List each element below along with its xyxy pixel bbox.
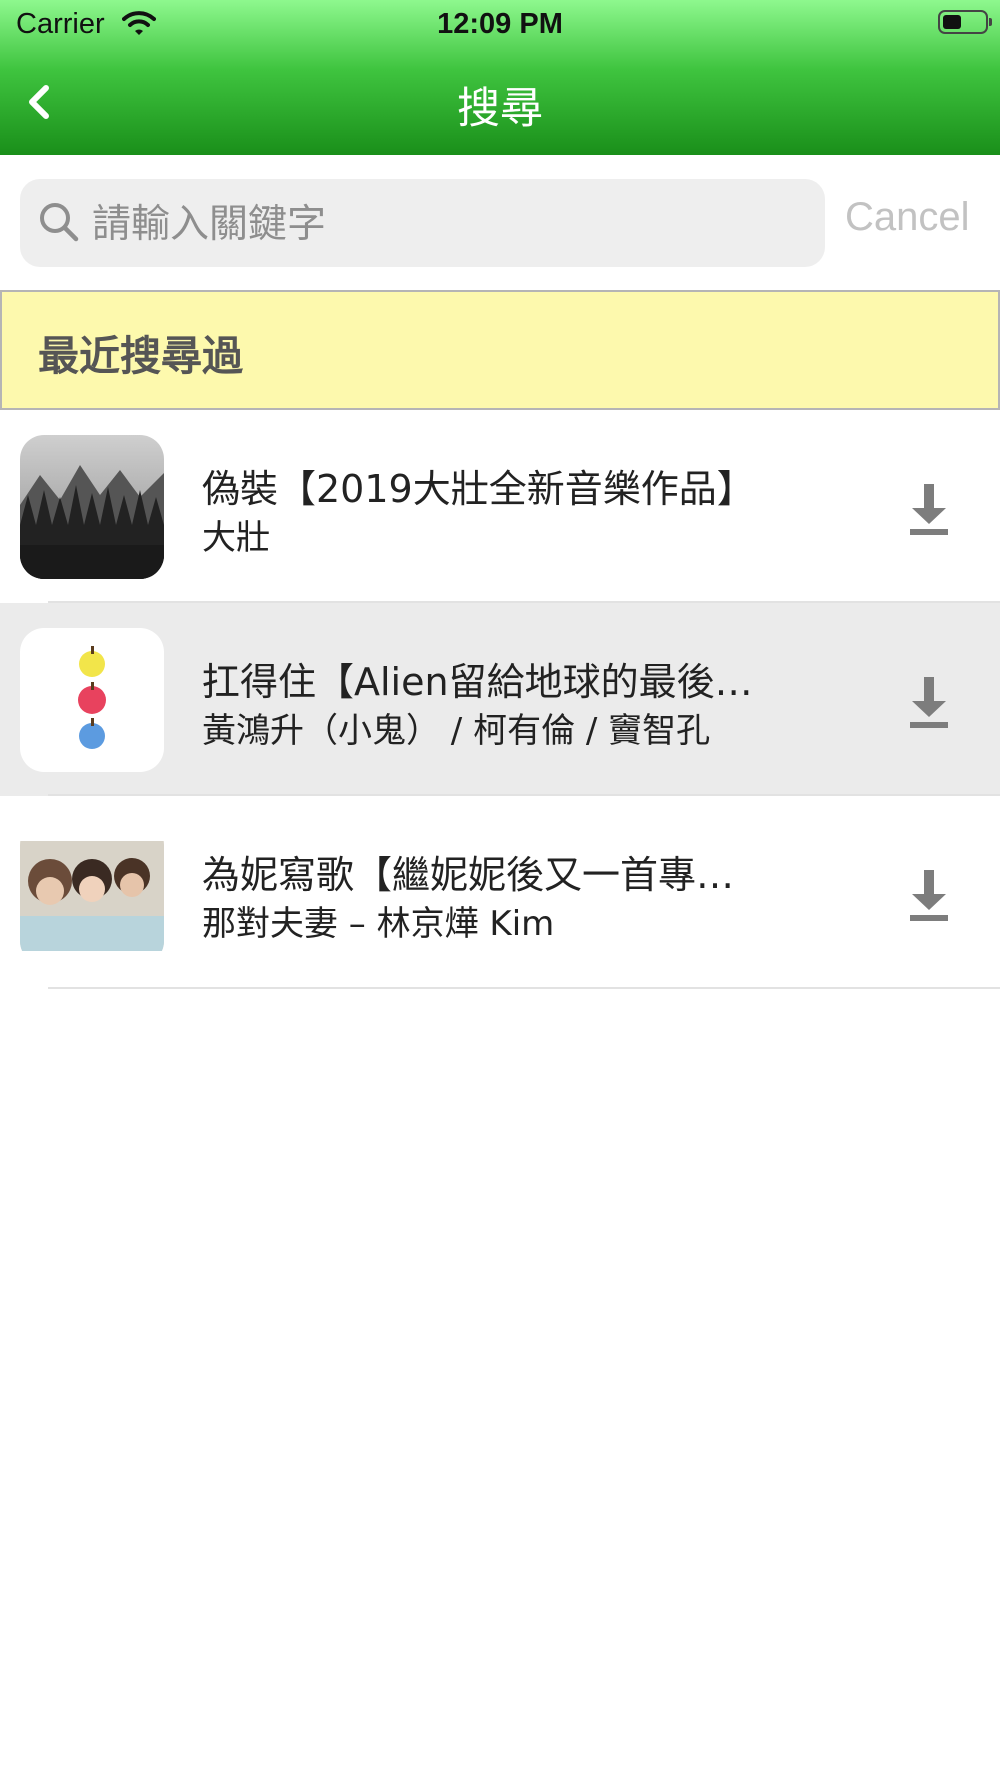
battery-level bbox=[943, 15, 961, 29]
song-artist: 黃鴻升（小鬼） / 柯有倫 / 竇智孔 bbox=[202, 711, 711, 751]
page-title: 搜尋 bbox=[457, 84, 543, 134]
search-results-list: 偽裝【2019大壯全新音樂作品】 大壯 扛得住【Alien留給地球的最後… 黃鴻… bbox=[0, 410, 1000, 989]
navigation-bar: 搜尋 bbox=[0, 52, 1000, 155]
status-bar: Carrier 12:09 PM bbox=[0, 0, 1000, 52]
song-title: 偽裝【2019大壯全新音樂作品】 bbox=[202, 467, 755, 511]
battery-icon bbox=[938, 10, 992, 34]
search-icon bbox=[36, 199, 82, 249]
list-item[interactable]: 偽裝【2019大壯全新音樂作品】 大壯 bbox=[0, 410, 1000, 603]
status-time: 12:09 PM bbox=[437, 8, 563, 40]
recent-searches-title: 最近搜尋過 bbox=[38, 332, 243, 380]
song-artist: 那對夫妻 – 林京燁 Kim bbox=[202, 904, 555, 944]
song-title: 扛得住【Alien留給地球的最後… bbox=[202, 660, 753, 704]
download-icon[interactable] bbox=[904, 482, 954, 536]
download-icon[interactable] bbox=[904, 868, 954, 922]
song-artist: 大壯 bbox=[202, 518, 270, 558]
back-button[interactable] bbox=[20, 74, 80, 134]
row-divider bbox=[48, 987, 1000, 989]
chevron-left-icon bbox=[20, 85, 60, 134]
forest-album-art bbox=[20, 435, 164, 579]
list-item[interactable]: 扛得住【Alien留給地球的最後… 黃鴻升（小鬼） / 柯有倫 / 竇智孔 bbox=[0, 603, 1000, 796]
download-icon[interactable] bbox=[904, 675, 954, 729]
app-header: Carrier 12:09 PM 搜尋 bbox=[0, 0, 1000, 155]
family-photo-album-art bbox=[20, 821, 164, 965]
search-bar: Cancel bbox=[0, 155, 1000, 290]
recent-searches-header: 最近搜尋過 bbox=[0, 290, 1000, 410]
list-item[interactable]: 為妮寫歌【繼妮妮後又一首專… 那對夫妻 – 林京燁 Kim bbox=[0, 796, 1000, 989]
search-input[interactable] bbox=[90, 179, 814, 269]
search-field[interactable] bbox=[20, 179, 825, 269]
apples-album-art bbox=[20, 628, 164, 772]
song-title: 為妮寫歌【繼妮妮後又一首專… bbox=[202, 853, 735, 897]
cancel-button[interactable]: Cancel bbox=[845, 195, 970, 240]
